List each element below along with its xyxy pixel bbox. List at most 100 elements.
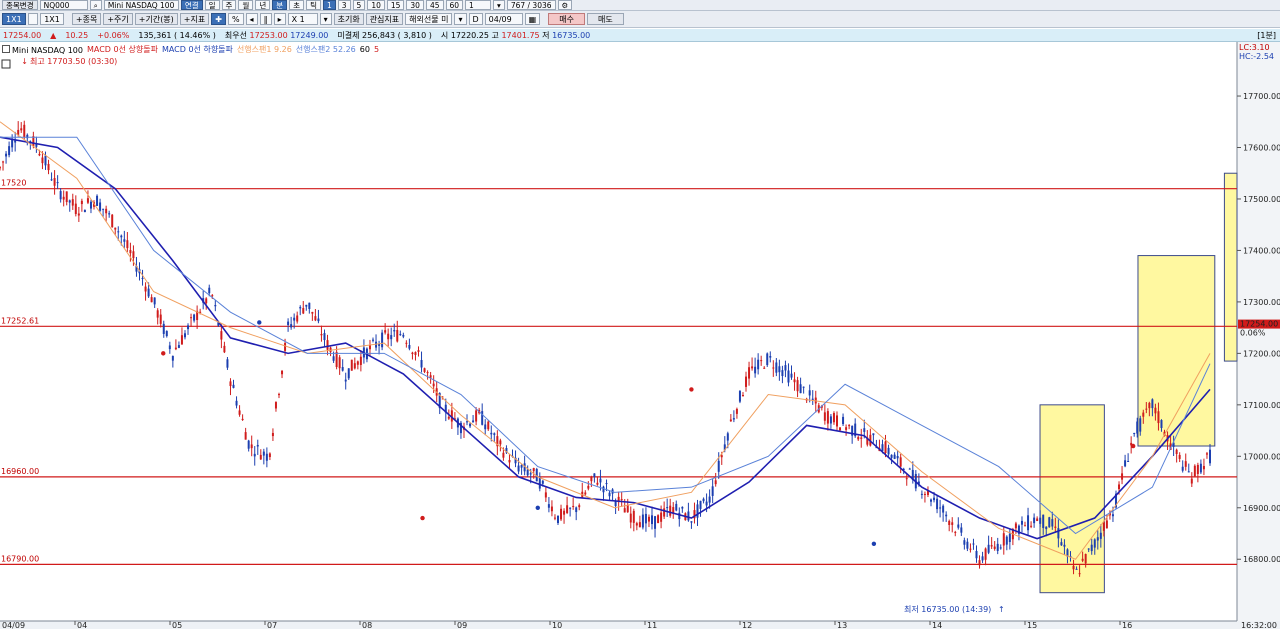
- candle-body: [923, 493, 926, 495]
- x-tick-label: 07: [267, 621, 277, 629]
- candle-body: [284, 343, 287, 351]
- candle-body: [793, 379, 796, 383]
- lc-info: LC:3.10: [1239, 43, 1270, 52]
- candle-body: [1196, 464, 1199, 474]
- candle-body: [860, 437, 863, 439]
- candle-body: [787, 370, 790, 383]
- candle-body: [660, 512, 663, 522]
- candle-body: [1014, 523, 1017, 529]
- candle-body: [590, 476, 593, 482]
- candle-body: [663, 508, 666, 517]
- candle-body: [1190, 478, 1193, 484]
- candle-body: [68, 200, 71, 203]
- candle-body: [644, 513, 647, 524]
- y-tick-label: 16800.00: [1243, 555, 1280, 564]
- candle-body: [675, 503, 678, 511]
- candle-body: [1087, 548, 1090, 550]
- candle-body: [802, 386, 805, 388]
- candle-body: [1102, 522, 1105, 531]
- candle-body: [1072, 565, 1075, 570]
- macd-marker: [535, 505, 540, 510]
- candle-body: [550, 506, 553, 512]
- candle-body: [741, 394, 744, 397]
- high-arrow-icon: ↓: [21, 57, 28, 66]
- candle-body: [193, 314, 196, 321]
- candle-body: [608, 492, 611, 497]
- candle-body: [799, 384, 802, 394]
- candle-body: [769, 356, 772, 358]
- candle-body: [1078, 573, 1081, 575]
- candle-body: [1111, 514, 1114, 517]
- y-tick-label: 16900.00: [1243, 504, 1280, 513]
- candle-body: [835, 415, 838, 427]
- candle-body: [647, 516, 650, 522]
- candle-body: [1027, 515, 1030, 531]
- candle-body: [751, 366, 754, 369]
- candle-body: [1048, 517, 1051, 528]
- candle-body: [1133, 432, 1136, 434]
- candle-body: [83, 210, 86, 213]
- candle-body: [848, 425, 851, 427]
- candle-body: [132, 251, 135, 259]
- candle-body: [1084, 553, 1087, 564]
- candle-body: [1096, 537, 1099, 541]
- candle-body: [5, 153, 8, 157]
- candle-body: [766, 353, 769, 366]
- candle-body: [872, 433, 875, 436]
- candle-body: [475, 410, 478, 422]
- candle-body: [414, 352, 417, 355]
- candle-body: [281, 370, 284, 375]
- candle-body: [532, 468, 535, 472]
- candle-body: [1121, 473, 1124, 480]
- candle-body: [905, 478, 908, 480]
- candle-body: [417, 350, 420, 352]
- candle-body: [253, 453, 256, 457]
- x-tick-label: 11: [647, 621, 657, 629]
- candle-body: [575, 507, 578, 513]
- candle-body: [842, 416, 845, 425]
- candle-body: [1024, 525, 1027, 527]
- candle-body: [720, 455, 723, 458]
- candle-body: [326, 340, 329, 350]
- candle-body: [171, 355, 174, 361]
- candle-body: [317, 318, 320, 322]
- candle-body: [966, 541, 969, 549]
- candle-body: [939, 507, 942, 509]
- x-tick-label: 08: [362, 621, 372, 629]
- candle-body: [508, 459, 511, 463]
- candle-body: [420, 359, 423, 368]
- highlight-box: [1137, 255, 1216, 447]
- candle-body: [62, 196, 65, 200]
- candle-body: [556, 515, 559, 524]
- x-tick-label: 14: [932, 621, 942, 629]
- candle-body: [350, 359, 353, 371]
- chart-settings-icon[interactable]: [1, 59, 11, 69]
- candle-body: [77, 213, 80, 216]
- x-tick-label: 16: [1122, 621, 1132, 629]
- candle-body: [302, 308, 305, 314]
- macd-marker: [1130, 443, 1136, 449]
- candle-body: [223, 345, 226, 353]
- candle-body: [141, 278, 144, 280]
- candle-body: [256, 444, 259, 447]
- price-chart[interactable]: LC:3.10 HC:-2.54 17520 17252.61 16960.00 16…: [0, 0, 1280, 629]
- candle-body: [1020, 520, 1023, 525]
- candle-body: [748, 367, 751, 379]
- candle-body: [335, 351, 338, 367]
- candle-body: [884, 441, 887, 453]
- candle-body: [484, 424, 487, 430]
- candle-body: [681, 506, 684, 509]
- candle-body: [996, 543, 999, 551]
- y-tick-label: 17500.00: [1243, 195, 1280, 204]
- candle-body: [277, 394, 280, 396]
- candle-body: [1136, 421, 1139, 434]
- candle-body: [499, 440, 502, 445]
- candle-body: [65, 191, 68, 203]
- candle-body: [353, 363, 356, 369]
- candle-body: [1054, 526, 1057, 528]
- candle-body: [566, 505, 569, 513]
- x-tick-label: 13: [837, 621, 847, 629]
- y-tick-label: 17400.00: [1243, 246, 1280, 255]
- candle-body: [1051, 519, 1054, 527]
- candle-body: [1008, 533, 1011, 543]
